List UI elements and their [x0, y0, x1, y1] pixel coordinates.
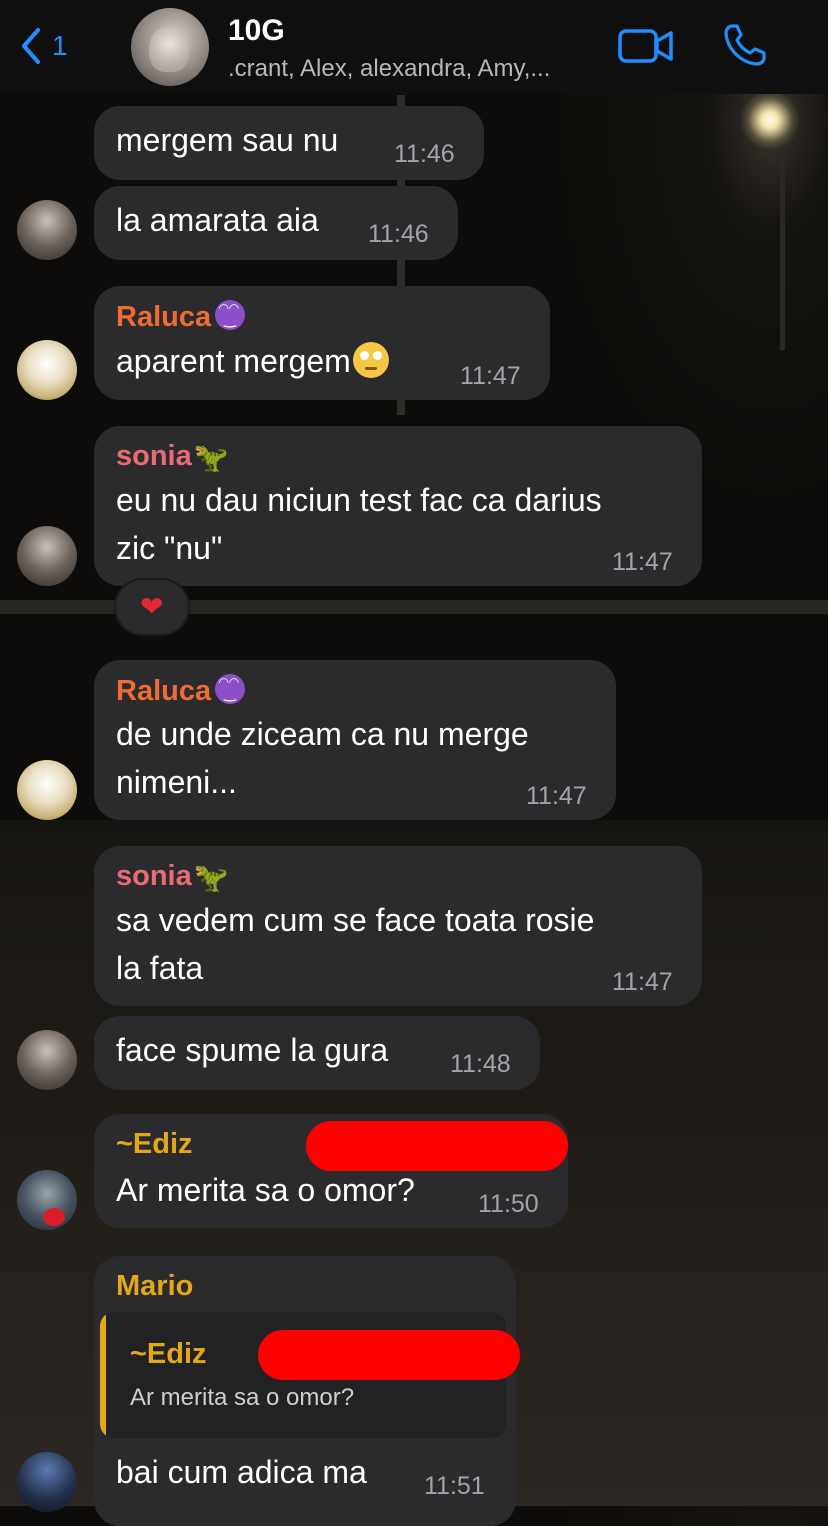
heart-reaction[interactable]: ❤ — [114, 578, 190, 636]
dinosaur-emoji-icon: 🦖 — [193, 442, 229, 473]
message-bubble[interactable]: la amarata aia 11:46 — [94, 186, 458, 260]
message-text: sa vedem cum se face toata rosie — [116, 902, 595, 938]
sender-name: ~Ediz — [116, 1128, 193, 1160]
sender-name: sonia🦖 — [116, 860, 229, 893]
sender-avatar[interactable] — [17, 340, 77, 400]
message-time: 11:47 — [460, 362, 521, 390]
background-street-lamp — [740, 90, 800, 150]
chevron-left-icon — [22, 28, 40, 64]
voice-call-icon[interactable] — [722, 22, 768, 68]
background-lamp-pole — [780, 150, 785, 350]
back-button[interactable]: 1 — [16, 24, 68, 68]
message-bubble[interactable]: Raluca aparent mergem 11:47 — [94, 286, 550, 400]
message-bubble[interactable]: face spume la gura 11:48 — [94, 1016, 540, 1090]
message-bubble[interactable]: sonia🦖 eu nu dau niciun test fac ca dari… — [94, 426, 702, 586]
message-time: 11:47 — [612, 548, 673, 576]
message-text: nimeni... — [116, 764, 237, 800]
message-bubble[interactable]: sonia🦖 sa vedem cum se face toata rosie … — [94, 846, 702, 1006]
message-time: 11:48 — [450, 1050, 511, 1078]
sender-avatar[interactable] — [17, 1452, 77, 1512]
video-call-icon[interactable] — [617, 26, 675, 66]
message-text: de unde ziceam ca nu merge — [116, 716, 529, 752]
sender-avatar[interactable] — [17, 760, 77, 820]
message-text: eu nu dau niciun test fac ca darius — [116, 482, 602, 518]
heart-icon: ❤ — [140, 591, 164, 622]
sender-name: Mario — [116, 1270, 194, 1302]
message-time: 11:47 — [526, 782, 587, 810]
message-text: Ar merita sa o omor? — [116, 1172, 415, 1208]
sender-avatar[interactable] — [17, 1170, 77, 1230]
sender-avatar[interactable] — [17, 200, 77, 260]
message-text: face spume la gura — [116, 1032, 389, 1068]
sender-name: Raluca — [116, 674, 246, 708]
redaction-mark — [258, 1330, 520, 1380]
message-time: 11:46 — [368, 220, 429, 248]
message-time: 11:51 — [424, 1472, 485, 1500]
message-time: 11:47 — [612, 968, 673, 996]
message-text: mergem sau nu — [116, 122, 339, 158]
unread-count: 1 — [52, 30, 68, 61]
sender-name: Raluca — [116, 300, 246, 334]
group-avatar[interactable] — [131, 8, 209, 86]
quote-text: Ar merita sa o omor? — [130, 1384, 355, 1411]
group-members-list[interactable]: .crant, Alex, alexandra, Amy,... — [228, 55, 550, 83]
message-text: la amarata aia — [116, 202, 319, 238]
eye-roll-emoji-icon — [352, 342, 389, 378]
message-text: bai cum adica ma — [116, 1454, 367, 1490]
quote-sender: ~Ediz — [130, 1338, 207, 1370]
message-time: 11:46 — [394, 140, 455, 168]
quote-bar — [100, 1312, 106, 1438]
message-bubble[interactable]: mergem sau nu 11:46 — [94, 106, 484, 180]
message-text: aparent mergem — [116, 342, 389, 380]
message-text: la fata — [116, 950, 204, 986]
sender-name: sonia🦖 — [116, 440, 229, 473]
message-bubble[interactable]: Raluca de unde ziceam ca nu merge nimeni… — [94, 660, 616, 820]
message-text: zic "nu" — [116, 530, 223, 566]
smiling-devil-emoji-icon — [215, 300, 246, 330]
chat-header: 1 10G .crant, Alex, alexandra, Amy,... — [0, 0, 828, 94]
smiling-devil-emoji-icon — [215, 674, 246, 704]
dinosaur-emoji-icon: 🦖 — [193, 862, 229, 893]
redaction-mark — [306, 1121, 568, 1171]
sender-avatar[interactable] — [17, 1030, 77, 1090]
group-title[interactable]: 10G — [228, 14, 285, 48]
sender-avatar[interactable] — [17, 526, 77, 586]
message-time: 11:50 — [478, 1190, 539, 1218]
